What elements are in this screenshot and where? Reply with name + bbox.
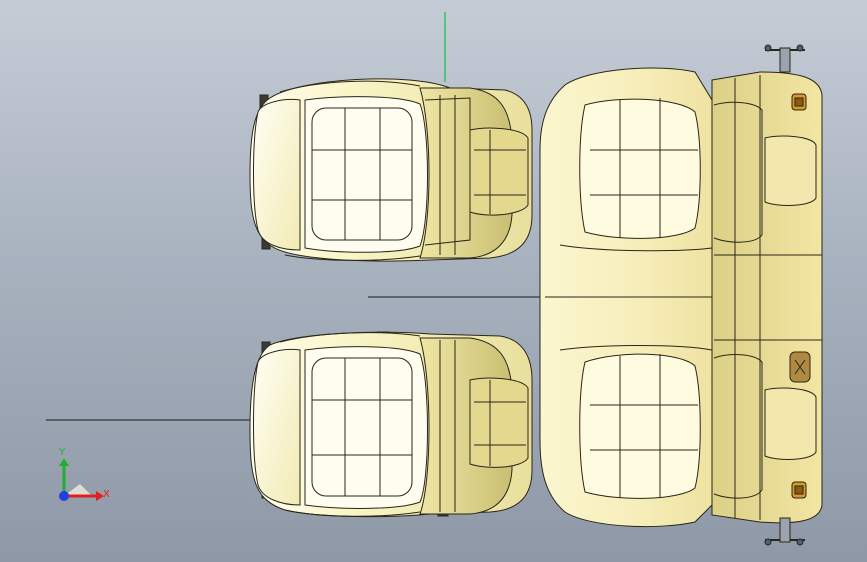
- graphics-viewport[interactable]: X Y: [0, 0, 867, 562]
- seatbelt-buckle-icon: [791, 93, 807, 111]
- x-axis-label: X: [103, 489, 110, 500]
- model-view[interactable]: X Y: [0, 0, 867, 562]
- seatbelt-buckle-icon: [791, 481, 807, 499]
- child-seat-anchor-icon: [789, 351, 811, 383]
- rear-bench-seat[interactable]: [539, 44, 823, 546]
- front-seat-right[interactable]: [249, 331, 533, 518]
- y-axis-label: Y: [58, 447, 66, 458]
- mounting-bracket-top: [764, 44, 805, 73]
- z-axis-dot: [59, 491, 69, 501]
- front-seat-left[interactable]: [249, 78, 533, 262]
- coordinate-triad: X Y: [58, 447, 110, 501]
